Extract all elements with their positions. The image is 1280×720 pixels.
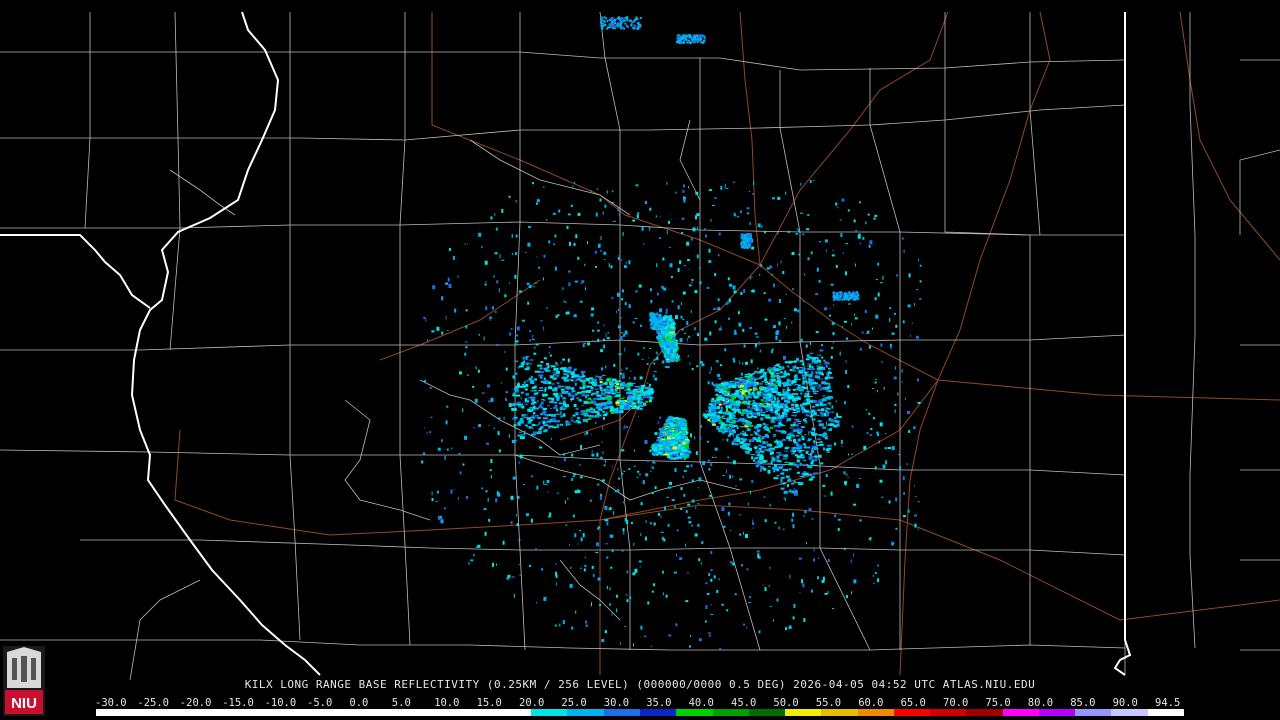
- scale-tick-label: 50.0: [773, 697, 799, 709]
- scale-color-segment: [531, 709, 568, 716]
- scale-tick-label: 80.0: [1027, 697, 1054, 709]
- scale-color-segment: [277, 709, 314, 716]
- scale-color-segment: [96, 709, 133, 716]
- scale-color-segment: [893, 709, 931, 716]
- scale-color-segment: [821, 709, 858, 716]
- scale-tick-label: 20.0: [519, 697, 545, 709]
- scale-tick-label: 94.5: [1155, 697, 1181, 709]
- scale-tick-label: -20.0: [179, 697, 212, 709]
- radar-map: NIU: [0, 0, 1280, 720]
- scale-tick-label: 10.0: [434, 697, 460, 709]
- scale-tick-label: 65.0: [900, 697, 926, 709]
- scale-color-segment: [748, 709, 786, 716]
- scale-color-segment: [785, 709, 822, 716]
- scale-color-segment: [422, 709, 459, 716]
- color-scale-bar: [96, 709, 1184, 716]
- scale-tick-label: -30.0: [95, 697, 127, 709]
- scale-tick-label: 25.0: [561, 697, 587, 709]
- scale-tick-label: 45.0: [731, 697, 757, 709]
- scale-tick-label: 35.0: [646, 697, 672, 709]
- scale-color-segment: [676, 709, 713, 716]
- scale-tick-label: 75.0: [985, 697, 1011, 709]
- scale-color-segment: [639, 709, 677, 716]
- scale-tick-label: -5.0: [307, 697, 333, 709]
- scale-tick-label: 70.0: [943, 697, 969, 709]
- scale-color-segment: [930, 709, 967, 716]
- scale-color-segment: [1111, 709, 1148, 716]
- scale-color-segment: [603, 709, 640, 716]
- scale-tick-label: -10.0: [264, 697, 297, 709]
- scale-tick-label: 85.0: [1070, 697, 1096, 709]
- scale-tick-label: 0.0: [349, 697, 369, 709]
- scale-color-segment: [349, 709, 387, 716]
- scale-tick-label: 55.0: [815, 697, 842, 709]
- scale-color-segment: [1075, 709, 1112, 716]
- scale-color-segment: [857, 709, 894, 716]
- scale-color-segment: [168, 709, 205, 716]
- scale-tick-label: 30.0: [603, 697, 630, 709]
- scale-color-segment: [1002, 709, 1039, 716]
- scale-color-segment: [313, 709, 350, 716]
- color-scale-labels: -30.0 -25.0 -20.0 -15.0 -10.0 -5.0 0.0 5.0 10.0 1…: [95, 697, 1195, 709]
- scale-color-segment: [567, 709, 604, 716]
- scale-tick-label: 60.0: [858, 697, 884, 709]
- scale-tick-label: -25.0: [137, 697, 169, 709]
- scale-color-segment: [712, 709, 749, 716]
- scale-tick-label: 15.0: [476, 697, 502, 709]
- scale-color-segment: [966, 709, 1003, 716]
- scale-color-segment: [386, 709, 423, 716]
- scale-color-segment: [494, 709, 532, 716]
- scale-color-segment: [132, 709, 169, 716]
- scale-color-segment: [1147, 709, 1184, 716]
- scale-color-segment: [204, 709, 242, 716]
- scale-tick-label: 40.0: [688, 697, 714, 709]
- scale-tick-label: 5.0: [391, 697, 411, 709]
- scale-color-segment: [241, 709, 278, 716]
- product-title: KILX LONG RANGE BASE REFLECTIVITY (0.25K…: [244, 678, 1036, 691]
- scale-color-segment: [458, 709, 495, 716]
- scale-tick-label: 90.0: [1112, 697, 1138, 709]
- scale-color-segment: [1038, 709, 1076, 716]
- scale-tick-label: -15.0: [222, 697, 254, 709]
